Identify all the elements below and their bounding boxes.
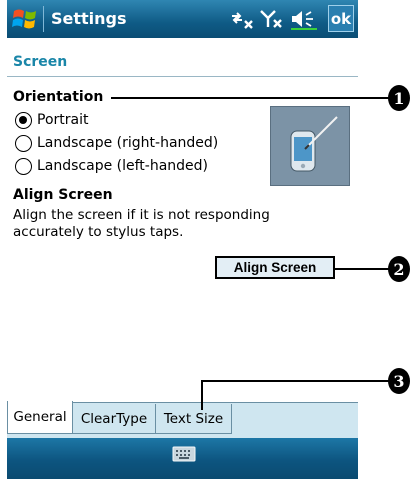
signal-icon[interactable] xyxy=(259,8,285,30)
title-separator xyxy=(43,6,44,32)
callout-marker-2: 2 xyxy=(388,256,410,282)
callout-marker-3: 3 xyxy=(388,368,410,394)
radio-button[interactable] xyxy=(15,157,32,175)
title-bar: Settings ok xyxy=(7,0,358,38)
page-header: Screen xyxy=(13,54,68,70)
radio-button-checked[interactable] xyxy=(15,111,32,129)
radio-label: Portrait xyxy=(37,112,89,128)
radio-label: Landscape (left-handed) xyxy=(37,158,209,174)
align-screen-description: Align the screen if it is not responding… xyxy=(13,207,270,240)
keyboard-icon[interactable] xyxy=(172,446,196,462)
device-stylus-icon xyxy=(290,116,338,172)
orientation-preview-image xyxy=(270,106,350,186)
windows-start-icon[interactable] xyxy=(11,7,39,31)
tab-cleartype[interactable]: ClearType xyxy=(72,404,156,434)
align-screen-button[interactable]: Align Screen xyxy=(215,256,335,279)
header-divider xyxy=(7,76,358,77)
callout-line-3-vertical xyxy=(201,380,203,410)
callout-line-3 xyxy=(201,380,390,382)
radio-portrait[interactable]: Portrait xyxy=(15,109,88,131)
orientation-label: Orientation xyxy=(13,89,104,105)
device-screen: Settings ok Screen Orientation Portrait … xyxy=(7,0,358,479)
radio-landscape-left[interactable]: Landscape (left-handed) xyxy=(15,155,208,177)
radio-label: Landscape (right-handed) xyxy=(37,135,219,151)
callout-line-2 xyxy=(333,268,389,270)
align-screen-heading: Align Screen xyxy=(13,187,113,203)
callout-line-1 xyxy=(111,97,394,99)
callout-marker-1: 1 xyxy=(388,85,410,111)
volume-icon[interactable] xyxy=(289,8,319,30)
radio-button[interactable] xyxy=(15,134,32,152)
connectivity-icon[interactable] xyxy=(229,8,255,30)
radio-landscape-right[interactable]: Landscape (right-handed) xyxy=(15,132,218,154)
tab-text-size[interactable]: Text Size xyxy=(155,404,232,434)
tab-general[interactable]: General xyxy=(7,401,73,434)
app-title: Settings xyxy=(51,9,127,28)
ok-button[interactable]: ok xyxy=(328,5,354,32)
